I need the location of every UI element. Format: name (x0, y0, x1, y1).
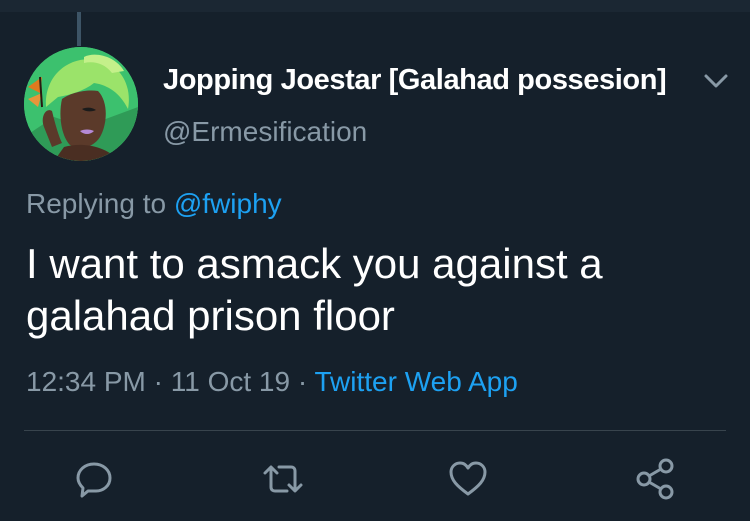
retweet-button[interactable] (257, 456, 309, 502)
tweet-source-link[interactable]: Twitter Web App (314, 366, 517, 397)
like-icon (449, 461, 487, 496)
author-handle[interactable]: @Ermesification (163, 116, 367, 148)
top-bar (0, 0, 750, 12)
more-options-chevron-icon[interactable] (701, 70, 731, 92)
reply-mention-link[interactable]: @fwiphy (174, 188, 282, 219)
replying-to: Replying to @fwiphy (26, 188, 282, 220)
reply-icon (76, 462, 112, 498)
tweet-time[interactable]: 12:34 PM (26, 366, 146, 397)
retweet-icon (263, 465, 303, 493)
share-icon (636, 458, 674, 500)
tweet-date[interactable]: 11 Oct 19 (171, 366, 290, 397)
tweet-author: Jopping Joestar [Galahad possesion] @Erm… (163, 58, 728, 158)
divider (24, 430, 726, 431)
replying-to-label: Replying to (26, 188, 174, 219)
tweet-text: I want to asmack you against a galahad p… (26, 240, 603, 339)
author-display-name[interactable]: Jopping Joestar [Galahad possesion] (163, 64, 667, 97)
like-button[interactable] (445, 456, 491, 502)
share-button[interactable] (632, 456, 678, 502)
thread-connector-line (77, 12, 81, 46)
reply-button[interactable] (71, 456, 117, 502)
avatar[interactable] (24, 47, 138, 161)
meta-separator: · (145, 366, 171, 397)
meta-separator: · (290, 366, 315, 397)
profile-avatar-image (24, 47, 138, 161)
tweet-metadata: 12:34 PM · 11 Oct 19 · Twitter Web App (26, 366, 518, 398)
